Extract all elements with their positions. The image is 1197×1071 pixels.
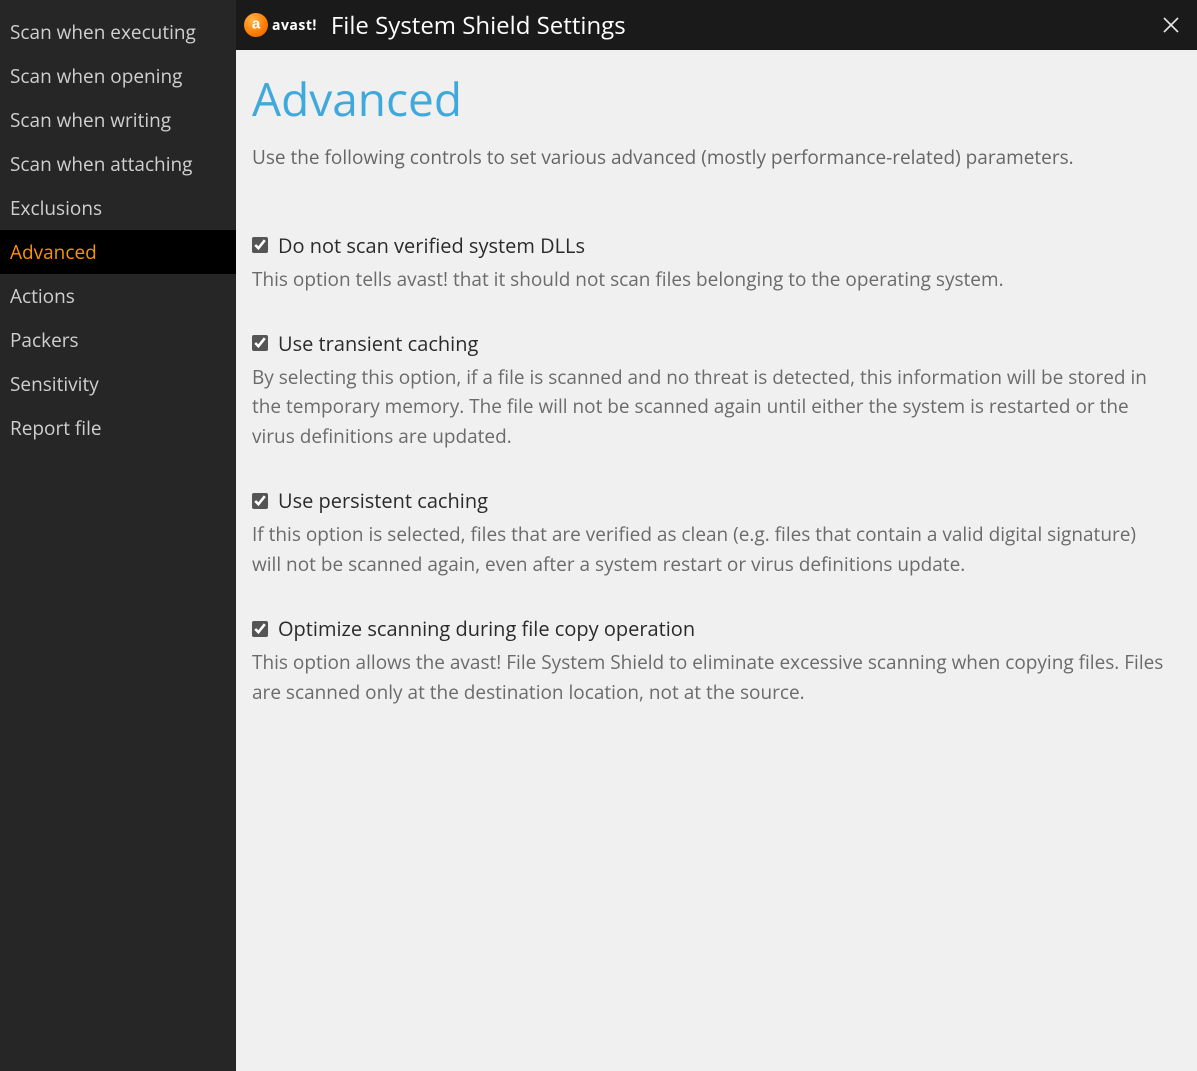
page-intro: Use the following controls to set variou…	[252, 144, 1167, 172]
option-optimize-copy: Optimize scanning during file copy opera…	[252, 615, 1167, 707]
avast-logo: avast!	[244, 13, 317, 37]
title-bar: avast! File System Shield Settings	[236, 0, 1197, 50]
window-title: File System Shield Settings	[331, 9, 626, 42]
sidebar-item-advanced[interactable]: Advanced	[0, 230, 236, 274]
main-panel: avast! File System Shield Settings Advan…	[236, 0, 1197, 1071]
sidebar-item-sensitivity[interactable]: Sensitivity	[0, 362, 236, 406]
avast-logo-icon	[244, 13, 268, 37]
checkbox-persistent-caching[interactable]	[252, 493, 268, 509]
label-transient-caching[interactable]: Use transient caching	[278, 330, 478, 357]
checkbox-transient-caching[interactable]	[252, 335, 268, 351]
desc-transient-caching: By selecting this option, if a file is s…	[252, 363, 1167, 451]
close-icon	[1162, 16, 1180, 34]
sidebar-item-scan-opening[interactable]: Scan when opening	[0, 54, 236, 98]
label-optimize-copy[interactable]: Optimize scanning during file copy opera…	[278, 615, 695, 642]
sidebar-item-scan-writing[interactable]: Scan when writing	[0, 98, 236, 142]
sidebar-item-packers[interactable]: Packers	[0, 318, 236, 362]
page-heading: Advanced	[252, 68, 1167, 130]
option-persistent-caching: Use persistent caching If this option is…	[252, 487, 1167, 579]
sidebar-item-scan-executing[interactable]: Scan when executing	[0, 10, 236, 54]
option-no-scan-dlls: Do not scan verified system DLLs This op…	[252, 232, 1167, 294]
desc-persistent-caching: If this option is selected, files that a…	[252, 520, 1167, 579]
avast-logo-text: avast!	[272, 16, 317, 35]
checkbox-optimize-copy[interactable]	[252, 621, 268, 637]
content-area: Advanced Use the following controls to s…	[236, 50, 1197, 1071]
settings-sidebar: Scan when executing Scan when opening Sc…	[0, 0, 236, 1071]
close-button[interactable]	[1157, 11, 1185, 39]
checkbox-no-scan-dlls[interactable]	[252, 237, 268, 253]
option-transient-caching: Use transient caching By selecting this …	[252, 330, 1167, 451]
sidebar-item-scan-attaching[interactable]: Scan when attaching	[0, 142, 236, 186]
sidebar-item-report-file[interactable]: Report file	[0, 406, 236, 450]
label-no-scan-dlls[interactable]: Do not scan verified system DLLs	[278, 232, 585, 259]
desc-optimize-copy: This option allows the avast! File Syste…	[252, 648, 1167, 707]
sidebar-item-actions[interactable]: Actions	[0, 274, 236, 318]
desc-no-scan-dlls: This option tells avast! that it should …	[252, 265, 1167, 294]
sidebar-item-exclusions[interactable]: Exclusions	[0, 186, 236, 230]
label-persistent-caching[interactable]: Use persistent caching	[278, 487, 488, 514]
